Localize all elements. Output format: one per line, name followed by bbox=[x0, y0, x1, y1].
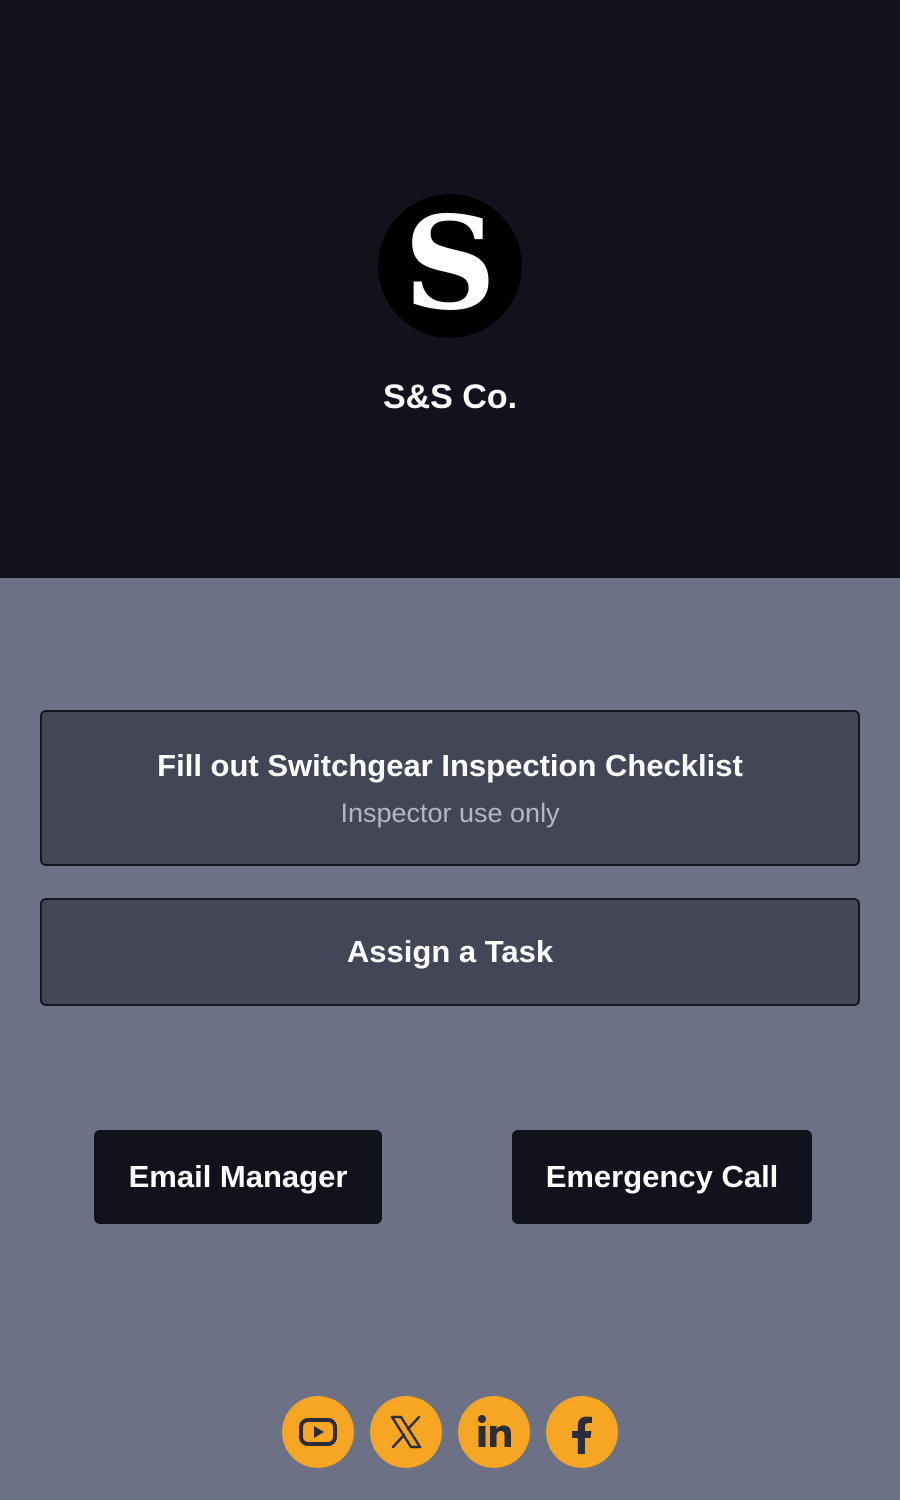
checklist-button[interactable]: Fill out Switchgear Inspection Checklist… bbox=[40, 710, 860, 866]
youtube-icon[interactable] bbox=[282, 1396, 354, 1468]
email-manager-button[interactable]: Email Manager bbox=[94, 1130, 382, 1224]
checklist-button-title: Fill out Switchgear Inspection Checklist bbox=[157, 747, 743, 783]
facebook-icon[interactable] bbox=[546, 1396, 618, 1468]
linkedin-icon[interactable] bbox=[458, 1396, 530, 1468]
emergency-call-button[interactable]: Emergency Call bbox=[512, 1130, 812, 1224]
assign-task-button[interactable]: Assign a Task bbox=[40, 898, 860, 1006]
logo: S bbox=[378, 194, 522, 338]
social-links bbox=[282, 1396, 618, 1468]
checklist-button-subtitle: Inspector use only bbox=[340, 797, 560, 828]
assign-task-button-label: Assign a Task bbox=[346, 934, 554, 969]
header: S S&S Co. bbox=[0, 0, 900, 578]
logo-letter: S bbox=[403, 189, 497, 339]
x-icon[interactable] bbox=[370, 1396, 442, 1468]
company-name: S&S Co. bbox=[382, 378, 518, 416]
